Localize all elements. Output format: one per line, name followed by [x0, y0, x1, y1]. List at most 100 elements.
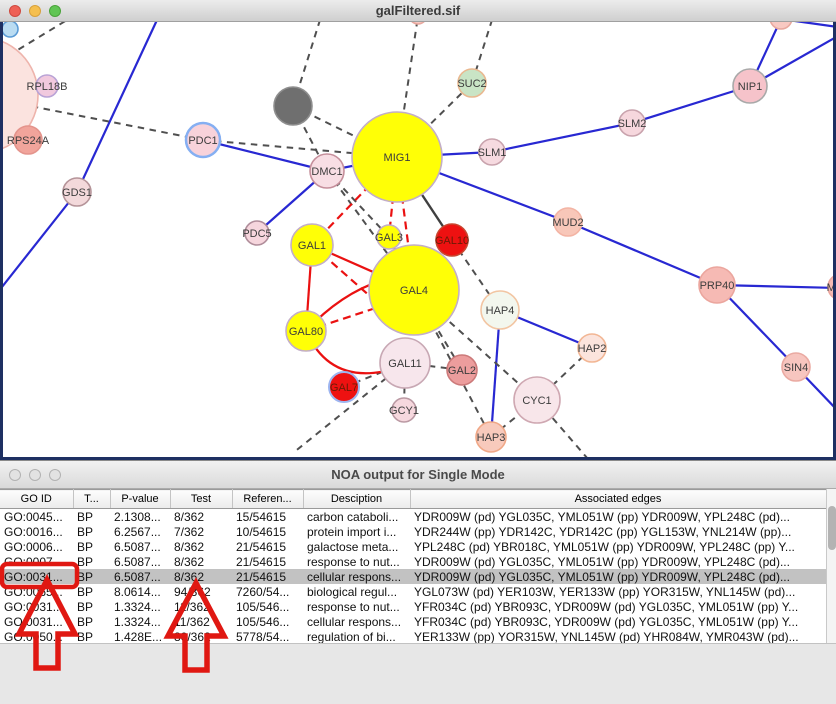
cell-reference[interactable]: 5778/54...	[232, 629, 303, 644]
cell-p_value[interactable]: 1.428E...	[110, 629, 170, 644]
noa-window-titlebar[interactable]: NOA output for Single Mode	[0, 461, 836, 489]
table-row[interactable]: GO:0006...BP6.5087...8/36221/54615galact…	[0, 539, 826, 554]
cell-type[interactable]: BP	[73, 554, 110, 569]
cell-edges[interactable]: YER133W (pp) YOR315W, YNL145W (pd) YHR08…	[410, 629, 826, 644]
cell-go_id[interactable]: GO:0031...	[0, 614, 73, 629]
table-scrollbar[interactable]	[826, 489, 836, 643]
cell-test[interactable]: 8/362	[170, 539, 232, 554]
cell-type[interactable]: BP	[73, 524, 110, 539]
cell-go_id[interactable]: GO:0045...	[0, 509, 73, 525]
cell-type[interactable]: BP	[73, 569, 110, 584]
cell-p_value[interactable]: 6.5087...	[110, 554, 170, 569]
cell-description[interactable]: response to nut...	[303, 554, 410, 569]
cell-type[interactable]: BP	[73, 584, 110, 599]
cell-test[interactable]: 7/362	[170, 524, 232, 539]
table-row[interactable]: GO:0031...BP6.5087...8/36221/54615cellul…	[0, 569, 826, 584]
cell-description[interactable]: carbon cataboli...	[303, 509, 410, 525]
cell-edges[interactable]: YDR244W (pp) YDR142C, YDR142C (pp) YGL15…	[410, 524, 826, 539]
table-row[interactable]: GO:0045...BP2.1308...8/36215/54615carbon…	[0, 509, 826, 525]
zoom-button[interactable]	[49, 469, 61, 481]
cell-go_id[interactable]: GO:0031...	[0, 599, 73, 614]
cell-reference[interactable]: 105/546...	[232, 614, 303, 629]
cell-edges[interactable]: YDR009W (pd) YGL035C, YML051W (pp) YDR00…	[410, 554, 826, 569]
cell-reference[interactable]: 21/54615	[232, 554, 303, 569]
cell-description[interactable]: galactose meta...	[303, 539, 410, 554]
cell-p_value[interactable]: 2.1308...	[110, 509, 170, 525]
node-label-RPL18B: RPL18B	[27, 81, 68, 93]
column-header-test[interactable]: Test	[170, 490, 232, 509]
column-header-p_value[interactable]: P-value	[110, 490, 170, 509]
zoom-button[interactable]	[49, 5, 61, 17]
table-row[interactable]: GO:0016...BP6.2567...7/36210/54615protei…	[0, 524, 826, 539]
network-canvas[interactable]: RPL18BRPS24AGDS1PDC1PDC5DMC1MIG1SLM1SLM2…	[0, 0, 836, 460]
node-label-GAL1: GAL1	[298, 240, 326, 252]
cell-reference[interactable]: 15/54615	[232, 509, 303, 525]
table-row[interactable]: GO:0031...BP1.3324...11/362105/546...cel…	[0, 614, 826, 629]
close-button[interactable]	[9, 5, 21, 17]
cell-test[interactable]: 80/362	[170, 629, 232, 644]
cell-reference[interactable]: 7260/54...	[232, 584, 303, 599]
cell-p_value[interactable]: 1.3324...	[110, 614, 170, 629]
cell-go_id[interactable]: GO:0006...	[0, 539, 73, 554]
node-label-PRP40: PRP40	[700, 280, 735, 292]
cell-reference[interactable]: 21/54615	[232, 539, 303, 554]
close-button[interactable]	[9, 469, 21, 481]
cell-edges[interactable]: YDR009W (pd) YGL035C, YML051W (pp) YDR00…	[410, 569, 826, 584]
graph-window-titlebar[interactable]: galFiltered.sif	[0, 0, 836, 22]
column-header-reference[interactable]: Referen...	[232, 490, 303, 509]
cell-go_id[interactable]: GO:0050...	[0, 629, 73, 644]
cell-edges[interactable]: YGL073W (pd) YER103W, YER133W (pp) YOR31…	[410, 584, 826, 599]
cell-type[interactable]: BP	[73, 509, 110, 525]
cell-type[interactable]: BP	[73, 599, 110, 614]
cell-go_id[interactable]: GO:0031...	[0, 569, 73, 584]
cell-description[interactable]: cellular respons...	[303, 614, 410, 629]
node-gray-node[interactable]	[274, 87, 312, 125]
cell-p_value[interactable]: 6.2567...	[110, 524, 170, 539]
cell-go_id[interactable]: GO:0007...	[0, 554, 73, 569]
node-label-MUD2: MUD2	[552, 217, 583, 229]
cell-edges[interactable]: YFR034C (pd) YBR093C, YDR009W (pd) YGL03…	[410, 599, 826, 614]
cell-test[interactable]: 8/362	[170, 509, 232, 525]
column-header-go_id[interactable]: GO ID	[0, 490, 73, 509]
cell-description[interactable]: regulation of bi...	[303, 629, 410, 644]
node-label-RPS24A: RPS24A	[7, 135, 50, 147]
noa-output-window: NOA output for Single Mode GO IDT...P-va…	[0, 460, 836, 704]
cell-type[interactable]: BP	[73, 629, 110, 644]
cell-type[interactable]: BP	[73, 614, 110, 629]
minimize-button[interactable]	[29, 469, 41, 481]
cell-reference[interactable]: 105/546...	[232, 599, 303, 614]
node-top-left-node[interactable]	[2, 21, 18, 37]
cell-go_id[interactable]: GO:0016...	[0, 524, 73, 539]
node-label-SUC2: SUC2	[457, 78, 486, 90]
cell-p_value[interactable]: 8.0614...	[110, 584, 170, 599]
cell-edges[interactable]: YPL248C (pd) YBR018C, YML051W (pp) YDR00…	[410, 539, 826, 554]
table-row[interactable]: GO:0031...BP1.3324...11/362105/546...res…	[0, 599, 826, 614]
node-label-GAL10: GAL10	[435, 235, 469, 247]
table-row[interactable]: GO:0050...BP1.428E...80/3625778/54...reg…	[0, 629, 826, 644]
cell-description[interactable]: cellular respons...	[303, 569, 410, 584]
cell-test[interactable]: 8/362	[170, 554, 232, 569]
table-row[interactable]: GO:0065...BP8.0614...94/3627260/54...bio…	[0, 584, 826, 599]
column-header-description[interactable]: Desciption	[303, 490, 410, 509]
cell-description[interactable]: protein import i...	[303, 524, 410, 539]
cell-test[interactable]: 8/362	[170, 569, 232, 584]
table-row[interactable]: GO:0007...BP6.5087...8/36221/54615respon…	[0, 554, 826, 569]
cell-test[interactable]: 94/362	[170, 584, 232, 599]
cell-test[interactable]: 11/362	[170, 614, 232, 629]
cell-edges[interactable]: YDR009W (pd) YGL035C, YML051W (pp) YDR00…	[410, 509, 826, 525]
cell-test[interactable]: 11/362	[170, 599, 232, 614]
cell-reference[interactable]: 21/54615	[232, 569, 303, 584]
cell-p_value[interactable]: 1.3324...	[110, 599, 170, 614]
cell-reference[interactable]: 10/54615	[232, 524, 303, 539]
cell-description[interactable]: response to nut...	[303, 599, 410, 614]
cell-type[interactable]: BP	[73, 539, 110, 554]
column-header-edges[interactable]: Associated edges	[410, 490, 826, 509]
cell-p_value[interactable]: 6.5087...	[110, 569, 170, 584]
column-header-type[interactable]: T...	[73, 490, 110, 509]
scrollbar-thumb[interactable]	[828, 506, 836, 550]
cell-go_id[interactable]: GO:0065...	[0, 584, 73, 599]
cell-edges[interactable]: YFR034C (pd) YBR093C, YDR009W (pd) YGL03…	[410, 614, 826, 629]
cell-p_value[interactable]: 6.5087...	[110, 539, 170, 554]
minimize-button[interactable]	[29, 5, 41, 17]
cell-description[interactable]: biological regul...	[303, 584, 410, 599]
